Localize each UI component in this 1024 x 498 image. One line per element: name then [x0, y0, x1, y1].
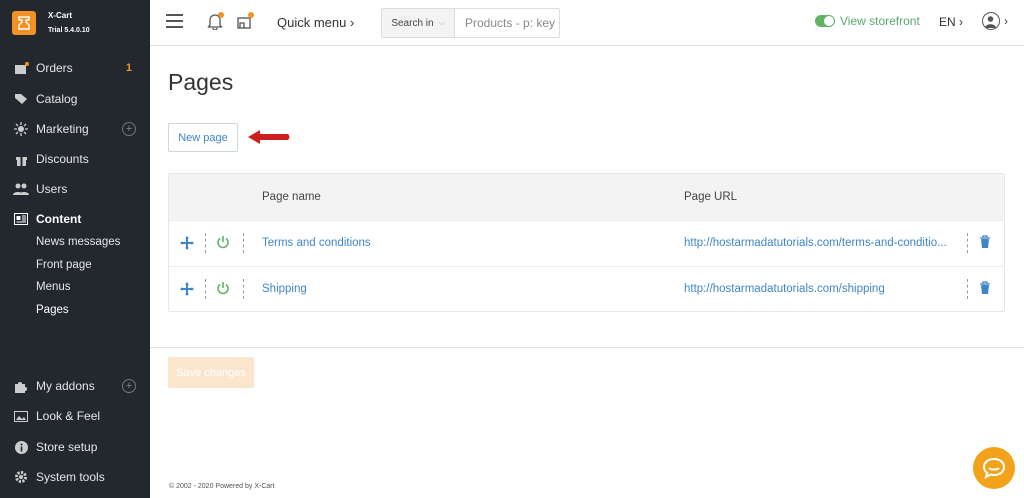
sidebar-item-discounts[interactable]: Discounts — [0, 149, 150, 169]
sidebar-item-content[interactable]: Content — [0, 209, 150, 229]
sidebar-item-system-tools[interactable]: System tools — [0, 467, 150, 487]
divider — [205, 279, 206, 299]
image-icon — [13, 409, 29, 423]
sidebar-subitem-news-messages[interactable]: News messages — [36, 236, 120, 248]
sidebar-item-store-setup[interactable]: Store setup — [0, 437, 150, 457]
chevron-right-icon: › — [1004, 14, 1008, 28]
view-storefront-link[interactable]: View storefront — [815, 14, 920, 28]
sidebar-item-label: Discounts — [36, 152, 89, 166]
user-menu[interactable]: › — [982, 12, 1008, 30]
search-box: Search in ⌵ — [381, 8, 560, 38]
sidebar-item-label: My addons — [36, 379, 95, 393]
storefront-toggle-icon[interactable] — [815, 15, 835, 27]
sidebar-item-label: Orders — [36, 61, 73, 75]
bell-icon[interactable] — [206, 12, 224, 31]
red-arrow-annotation-icon — [248, 130, 290, 144]
orders-icon — [13, 61, 29, 75]
divider — [243, 233, 244, 253]
search-scope-label: Search in — [391, 17, 434, 29]
power-toggle-icon[interactable] — [216, 281, 230, 295]
sidebar-subitem-pages[interactable]: Pages — [36, 304, 69, 316]
megaphone-icon — [13, 122, 29, 136]
sidebar-subitem-front-page[interactable]: Front page — [36, 259, 92, 271]
notification-dot — [248, 12, 254, 18]
column-header-page-name: Page name — [262, 191, 321, 203]
page-title: Pages — [168, 69, 234, 95]
page-url-link[interactable]: http://hostarmadatutorials.com/shipping — [684, 283, 885, 295]
brand-version: Trial 5.4.0.10 — [48, 27, 90, 34]
power-toggle-icon[interactable] — [216, 235, 230, 249]
trash-icon[interactable] — [979, 235, 991, 249]
save-changes-button[interactable]: Save changes — [168, 357, 254, 388]
chevron-right-icon: › — [959, 15, 964, 29]
move-handle-icon[interactable] — [180, 282, 194, 296]
column-header-page-url: Page URL — [684, 191, 738, 203]
brand[interactable]: X-Cart Trial 5.4.0.10 — [0, 0, 150, 46]
hamburger-menu-icon[interactable] — [166, 14, 183, 28]
divider — [205, 233, 206, 253]
sidebar-item-orders[interactable]: Orders 1 — [0, 58, 150, 78]
xcart-logo-icon — [12, 11, 36, 35]
chevron-down-icon: ⌵ — [438, 18, 445, 27]
table-row: Terms and conditions http://hostarmadatu… — [169, 220, 1004, 266]
view-storefront-label: View storefront — [840, 14, 920, 28]
sidebar-item-label: Marketing — [36, 122, 89, 136]
new-page-button[interactable]: New page — [168, 123, 238, 152]
sidebar-item-my-addons[interactable]: My addons + — [0, 376, 150, 396]
divider — [967, 279, 968, 299]
language-label: EN — [939, 15, 956, 29]
notification-dot — [218, 12, 224, 18]
page-url-link[interactable]: http://hostarmadatutorials.com/terms-and… — [684, 237, 947, 249]
add-addon-icon[interactable]: + — [122, 379, 136, 393]
sidebar-item-look-feel[interactable]: Look & Feel — [0, 406, 150, 426]
info-icon — [13, 440, 29, 454]
user-avatar-icon — [982, 12, 1000, 30]
topbar: Quick menu › Search in ⌵ View storefront… — [150, 0, 1024, 46]
divider — [150, 347, 1024, 348]
footer-copyright: © 2002 - 2020 Powered by X-Cart — [169, 483, 275, 490]
sidebar-item-catalog[interactable]: Catalog — [0, 89, 150, 109]
table-row: Shipping http://hostarmadatutorials.com/… — [169, 266, 1004, 312]
sidebar-item-label: System tools — [36, 470, 105, 484]
move-handle-icon[interactable] — [180, 236, 194, 250]
sidebar-item-marketing[interactable]: Marketing + — [0, 119, 150, 139]
quick-menu-label: Quick menu — [277, 15, 347, 30]
search-input[interactable] — [455, 9, 559, 37]
page-name-link[interactable]: Shipping — [262, 283, 307, 295]
page-name-link[interactable]: Terms and conditions — [262, 237, 371, 249]
sidebar-item-users[interactable]: Users — [0, 179, 150, 199]
quick-menu[interactable]: Quick menu › — [277, 15, 354, 30]
content-icon — [13, 212, 29, 226]
divider — [243, 279, 244, 299]
tag-icon — [13, 92, 29, 106]
gear-icon — [13, 470, 29, 484]
chat-bubble-icon[interactable] — [973, 447, 1015, 489]
sidebar-item-label: Content — [36, 212, 82, 226]
sidebar-item-label: Users — [36, 182, 68, 196]
divider — [967, 233, 968, 253]
language-selector[interactable]: EN › — [939, 15, 963, 29]
storefront-settings-icon[interactable] — [236, 12, 254, 30]
puzzle-icon — [13, 379, 29, 393]
sidebar-item-label: Catalog — [36, 92, 78, 106]
add-marketing-icon[interactable]: + — [122, 122, 136, 136]
chevron-right-icon: › — [350, 15, 355, 30]
gift-icon — [13, 152, 29, 166]
sidebar-subitem-menus[interactable]: Menus — [36, 281, 71, 293]
table-header: Page name Page URL — [169, 174, 1004, 220]
sidebar-item-label: Look & Feel — [36, 409, 101, 423]
sidebar-item-label: Store setup — [36, 440, 98, 454]
sidebar: X-Cart Trial 5.4.0.10 Orders 1 Catalog M… — [0, 0, 150, 498]
trash-icon[interactable] — [979, 281, 991, 295]
brand-name: X-Cart — [48, 11, 73, 20]
orders-count-badge: 1 — [125, 62, 132, 74]
pages-table: Page name Page URL Terms and conditions … — [168, 173, 1005, 312]
main-content: Pages New page Page name Page URL Terms … — [150, 47, 1024, 498]
search-scope-select[interactable]: Search in ⌵ — [382, 9, 455, 37]
users-icon — [13, 182, 29, 196]
